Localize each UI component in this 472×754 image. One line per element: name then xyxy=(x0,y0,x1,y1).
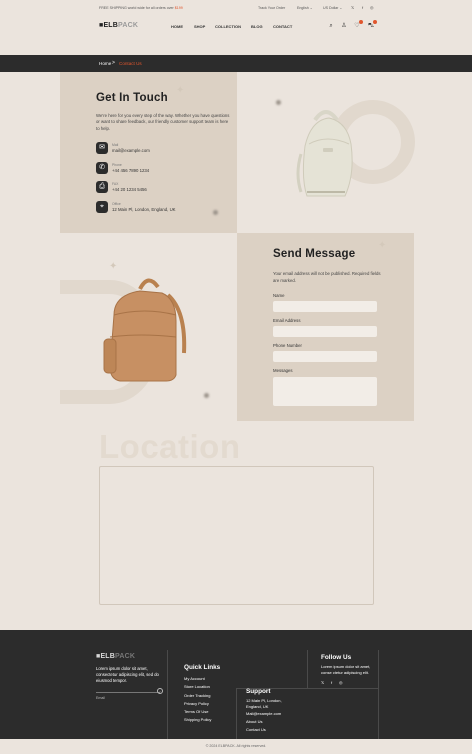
mail-icon: ✉ xyxy=(96,142,108,154)
follow-us-description: Lorem ipsum dolor sit amet, conse ctetur… xyxy=(321,664,371,675)
site-logo[interactable]: ■ELBPACK xyxy=(99,22,138,29)
footer-link-order-tracking[interactable]: Order Tracking xyxy=(184,693,210,698)
currency-select[interactable]: US Dollar ⌄ xyxy=(323,6,342,10)
support-email[interactable]: Mail@example.com xyxy=(246,711,281,716)
facebook-icon[interactable]: f xyxy=(362,5,363,10)
sparkle-icon: ✦ xyxy=(176,85,185,96)
track-order-link[interactable]: Track Your Order xyxy=(258,6,285,10)
location-icon: ⌖ xyxy=(96,201,108,213)
fax-label: FAX xyxy=(112,182,119,186)
breadcrumb-home[interactable]: Home xyxy=(99,61,111,66)
footer-link-store-location[interactable]: Store Location xyxy=(184,684,210,689)
footer-link-shipping-policy[interactable]: Shipping Policy xyxy=(184,717,211,722)
x-icon[interactable]: 𝕏 xyxy=(321,680,324,685)
get-in-touch-title: Get In Touch xyxy=(96,92,168,104)
cart-badge xyxy=(373,20,377,24)
decor-dot xyxy=(213,210,218,215)
messages-label: Messages xyxy=(273,368,293,373)
brown-backpack-image xyxy=(100,271,190,383)
phone-number-input[interactable] xyxy=(273,351,377,362)
wishlist-badge xyxy=(359,20,363,24)
fax-icon: ⎙ xyxy=(96,181,108,193)
location-map[interactable] xyxy=(99,466,374,605)
messages-textarea[interactable] xyxy=(273,377,377,406)
name-label: Name xyxy=(273,293,285,298)
support-title: Support xyxy=(246,688,271,695)
get-in-touch-description: We're here for you every step of the way… xyxy=(96,113,230,131)
footer-divider xyxy=(378,650,379,739)
footer-link-my-account[interactable]: My Account xyxy=(184,676,205,681)
language-select[interactable]: English ⌄ xyxy=(297,6,313,10)
instagram-icon[interactable]: ◎ xyxy=(339,680,343,685)
mail-label: Mail xyxy=(112,143,119,147)
footer-divider xyxy=(236,688,237,739)
decor-dot xyxy=(204,393,209,398)
nav-contact[interactable]: CONTACT xyxy=(273,24,292,29)
x-icon[interactable]: 𝕏 xyxy=(351,5,354,10)
nav-shop[interactable]: SHOP xyxy=(194,24,205,29)
top-bar: FREE SHIPPING world wide for all orders … xyxy=(0,0,472,14)
office-label: Office xyxy=(112,202,121,206)
office-value: 12 Main Pl, London, England, UK xyxy=(112,207,176,212)
subscribe-arrow-icon[interactable]: › xyxy=(157,688,163,694)
quick-links-title: Quick Links xyxy=(184,664,221,671)
footer-link-contact-us[interactable]: Contact Us xyxy=(246,727,266,732)
breadcrumb-current: Contact Us xyxy=(119,61,142,66)
footer-link-terms-of-use[interactable]: Terms Of Use xyxy=(184,709,208,714)
nav-home[interactable]: HOME xyxy=(171,24,183,29)
support-address: 12 Main Pl, London, England, UK xyxy=(246,698,282,709)
send-message-title: Send Message xyxy=(273,248,356,260)
footer-divider xyxy=(307,650,308,688)
footer-divider xyxy=(167,650,168,739)
instagram-icon[interactable]: ◎ xyxy=(370,5,374,10)
mail-value[interactable]: mail@example.com xyxy=(112,148,150,153)
breadcrumb-separator-icon: > xyxy=(112,60,115,66)
email-label: Email Address xyxy=(273,318,301,323)
footer-description: Lorem ipsum dolor sit amet, consectetur … xyxy=(96,666,159,683)
cart-icon[interactable]: ⛍ xyxy=(367,20,377,30)
footer-link-privacy-policy[interactable]: Privacy Policy xyxy=(184,701,209,706)
search-icon[interactable]: ⌕ xyxy=(327,22,335,30)
footer-email-input[interactable] xyxy=(96,692,160,693)
white-backpack-image xyxy=(289,104,364,200)
send-message-description: Your email address will not be published… xyxy=(273,271,381,283)
footer-link-about-us[interactable]: About Us xyxy=(246,719,262,724)
footer-email-label: Email xyxy=(96,696,105,700)
email-input[interactable] xyxy=(273,326,377,337)
facebook-icon[interactable]: f xyxy=(331,680,332,685)
phone-icon: ✆ xyxy=(96,162,108,174)
sparkle-icon: ✦ xyxy=(378,240,387,251)
phone-label: Phone xyxy=(112,163,122,167)
breadcrumb xyxy=(0,55,472,72)
promo-text: FREE SHIPPING world wide for all orders … xyxy=(99,6,183,10)
name-input[interactable] xyxy=(273,301,377,312)
phone-value[interactable]: +44 456 7890 1234 xyxy=(112,168,149,173)
copyright-text: © 2024 ELBPACK. All rights reserved. xyxy=(205,744,267,748)
phone-number-label: Phone Number xyxy=(273,343,302,348)
footer-logo[interactable]: ■ELBPACK xyxy=(96,653,135,660)
follow-us-title: Follow Us xyxy=(321,654,352,661)
user-icon[interactable]: ♙ xyxy=(340,22,348,30)
wishlist-icon[interactable]: ♡ xyxy=(353,20,363,30)
nav-blog[interactable]: BLOG xyxy=(251,24,263,29)
nav-collection[interactable]: COLLECTION xyxy=(215,24,241,29)
decor-dot xyxy=(276,100,281,105)
location-title: Location xyxy=(99,428,241,465)
fax-value: +44 20 1234 5456 xyxy=(112,187,147,192)
